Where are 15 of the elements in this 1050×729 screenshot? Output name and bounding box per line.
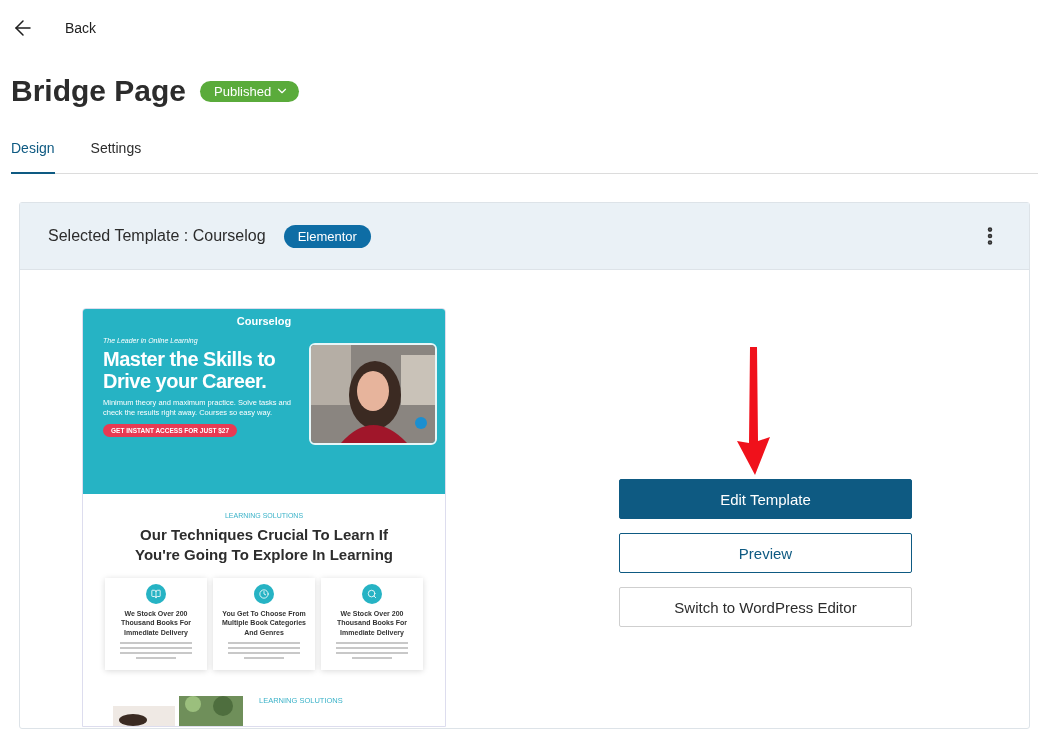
feature-icon: [146, 584, 166, 604]
preview-heading: Our Techniques Crucial To Learn If You're Going To Explore In Learning: [134, 525, 394, 564]
switch-editor-button[interactable]: Switch to WordPress Editor: [619, 587, 912, 627]
page-title: Bridge Page: [11, 74, 187, 108]
edit-template-button[interactable]: Edit Template: [619, 479, 912, 519]
preview-headline: Master the Skills to Drive your Career.: [103, 348, 277, 392]
feature-icon: [254, 584, 274, 604]
tab[interactable]: Design: [11, 130, 55, 174]
builder-badge: Elementor: [283, 224, 371, 248]
back-link[interactable]: Back: [65, 20, 97, 36]
preview-logo: Courselog: [235, 315, 293, 327]
preview-button[interactable]: Preview: [619, 533, 912, 573]
feature-icon: [362, 584, 382, 604]
tab[interactable]: Settings: [90, 130, 142, 174]
selected-template-label: Selected Template : Courselog: [48, 227, 266, 245]
